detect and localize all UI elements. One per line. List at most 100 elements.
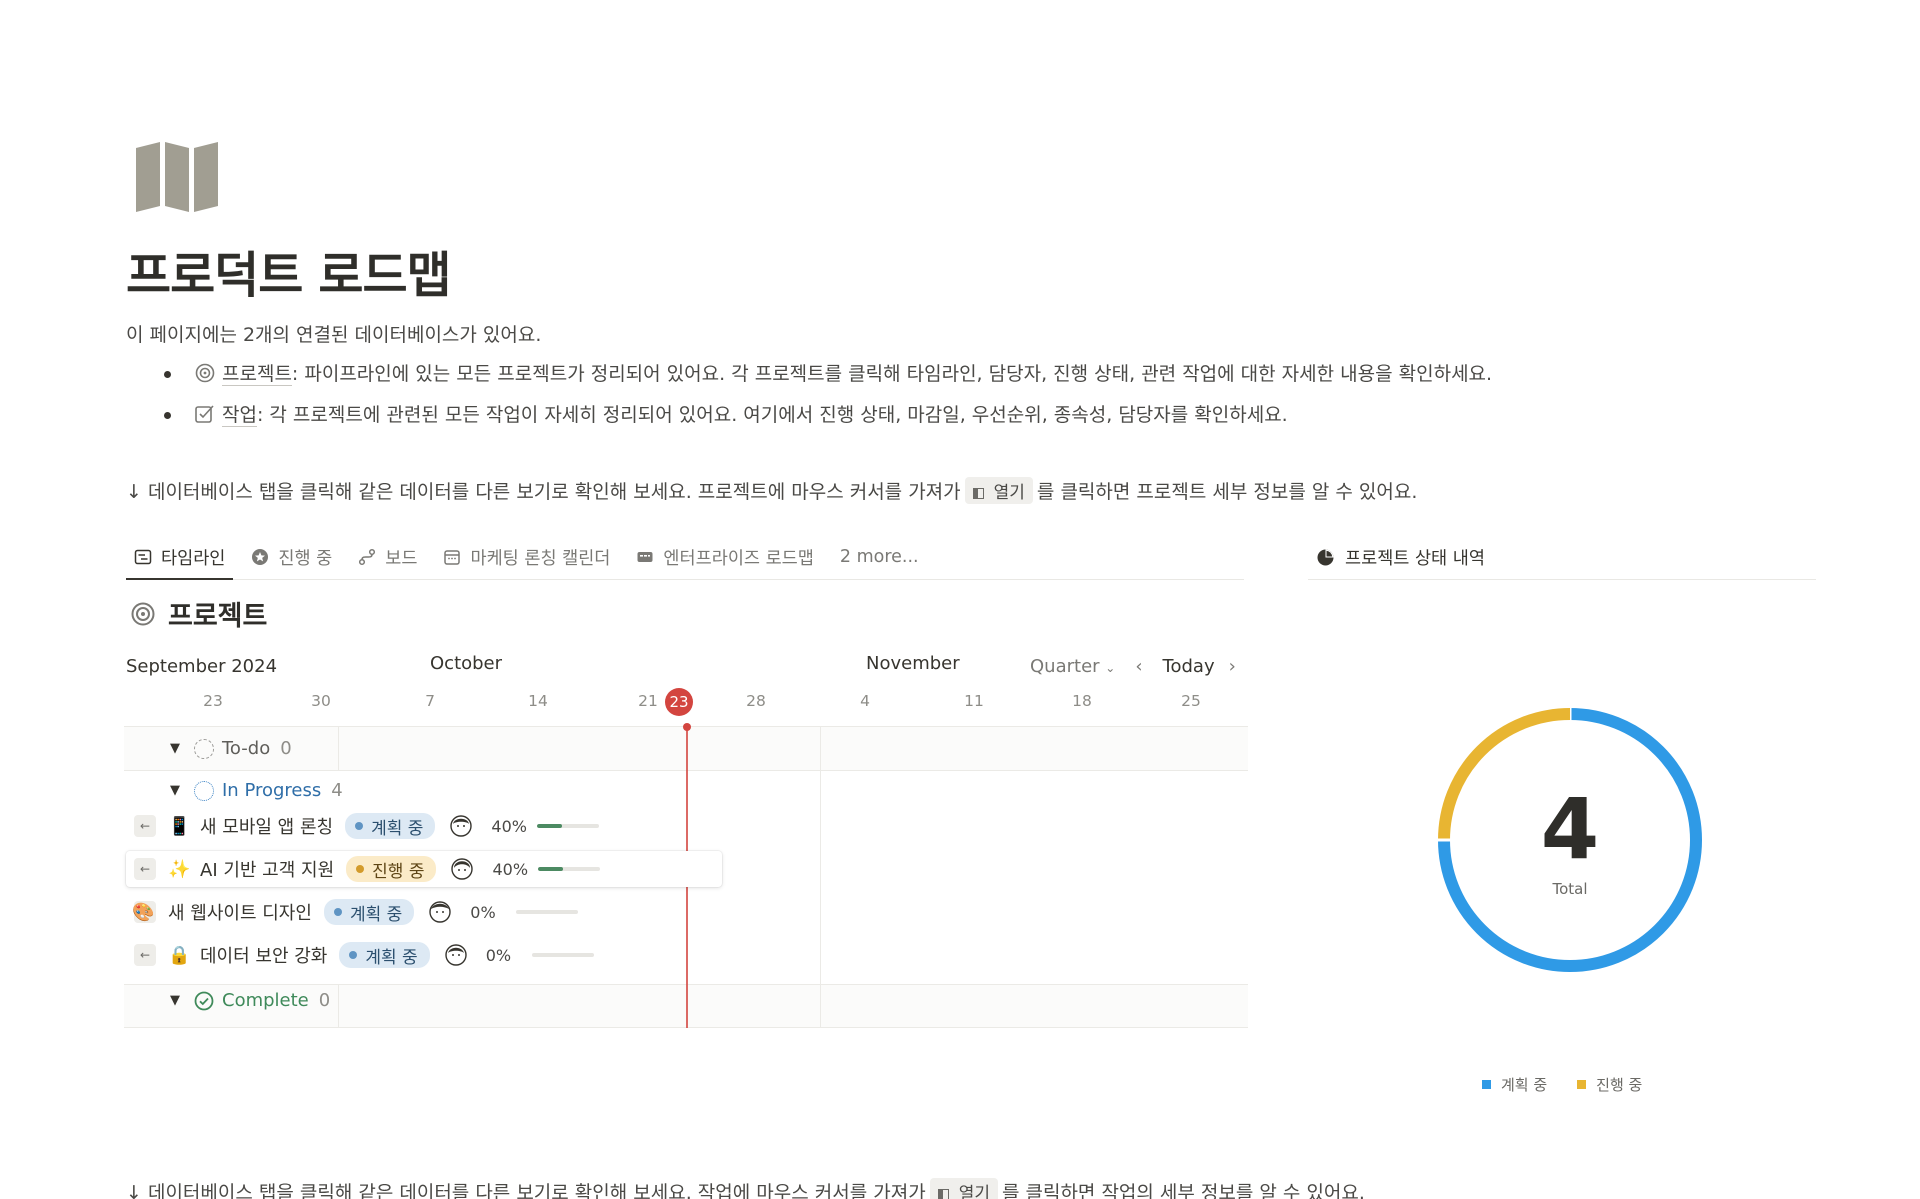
avatar — [450, 815, 473, 837]
day-tick: 30 — [311, 692, 331, 710]
status-dot — [333, 908, 342, 916]
caret-down-icon[interactable]: ▼ — [170, 993, 180, 1008]
page-title: 프로덕트 로드맵 — [126, 247, 452, 304]
day-tick: 28 — [746, 692, 766, 710]
status-badge: 계획 중 — [323, 899, 415, 925]
today-button[interactable]: Today — [1163, 656, 1215, 677]
expand-left-icon[interactable]: ← — [134, 944, 156, 966]
tab-board[interactable]: 보드 — [350, 536, 425, 578]
side-peek-icon — [937, 1189, 949, 1199]
hint-tasks: ↓ 데이터베이스 탭을 클릭해 같은 데이터를 다른 보기로 확인해 보세요. … — [126, 1178, 1365, 1199]
task-row[interactable]: ← 🎨 새 웹사이트 디자인 계획 중 0% — [96, 894, 593, 930]
legend-item[interactable]: 진행 중 — [1577, 1074, 1642, 1095]
day-tick: 4 — [860, 692, 870, 710]
tab-project-status[interactable]: 프로젝트 상태 내역 — [1308, 536, 1816, 580]
timeline-controls: Quarter ⌄ ‹ Today › — [1030, 656, 1236, 677]
group-name: To-do — [222, 738, 271, 759]
donut-total-label: Total — [1552, 880, 1588, 898]
board-icon — [359, 548, 376, 566]
legend-swatch — [1482, 1080, 1491, 1089]
grid-line — [338, 726, 339, 770]
tab-enterprise-roadmap[interactable]: 엔터프라이즈 로드맵 — [628, 536, 821, 578]
task-row[interactable]: ← 📱 새 모바일 앱 론칭 계획 중 40% — [126, 808, 614, 844]
open-label: 열기 — [958, 1184, 990, 1199]
group-complete[interactable]: ▼ Complete 0 — [170, 990, 330, 1011]
expand-left-icon[interactable]: ← — [134, 858, 156, 880]
task-row[interactable]: ← 🔒 데이터 보안 강화 계획 중 0% — [126, 937, 608, 973]
hint-text-end: 를 클릭하면 작업의 세부 정보를 알 수 있어요. — [1001, 1182, 1365, 1199]
side-peek-icon — [972, 488, 984, 499]
status-badge: 계획 중 — [345, 813, 436, 839]
map-icon — [136, 142, 218, 212]
tab-marketing-calendar[interactable]: 마케팅 론칭 캘린더 — [435, 536, 618, 578]
tab-label: 타임라인 — [161, 548, 226, 569]
caret-down-icon[interactable]: ▼ — [170, 783, 180, 798]
tab-label: 2 more... — [839, 547, 919, 567]
hint-projects: ↓ 데이터베이스 탭을 클릭해 같은 데이터를 다른 보기로 확인해 보세요. … — [126, 477, 1417, 504]
tab-label: 보드 — [385, 548, 418, 569]
list-item-tasks: 작업: 각 프로젝트에 관련된 모든 작업이 자세히 정리되어 있어요. 여기에… — [163, 402, 1492, 443]
progress-fill — [538, 867, 564, 871]
grid-line — [338, 984, 339, 1028]
progress-text: 0% — [470, 902, 496, 922]
hint-text: ↓ 데이터베이스 탭을 클릭해 같은 데이터를 다른 보기로 확인해 보세요. … — [126, 481, 961, 503]
progress-text: 40% — [491, 816, 527, 836]
open-button[interactable]: 열기 — [964, 477, 1033, 504]
day-tick: 14 — [528, 692, 548, 710]
view-scale-select[interactable]: Quarter ⌄ — [1030, 656, 1115, 677]
projects-description: : 파이프라인에 있는 모든 프로젝트가 정리되어 있어요. 각 프로젝트를 클… — [291, 363, 1493, 385]
donut-total: 4 — [1540, 780, 1600, 878]
open-button[interactable]: 열기 — [929, 1178, 998, 1199]
database-title[interactable]: 프로젝트 — [130, 594, 267, 633]
day-tick: 25 — [1181, 692, 1201, 710]
tab-label: 마케팅 론칭 캘린더 — [470, 548, 611, 569]
status-label: 진행 중 — [372, 861, 425, 882]
avatar — [451, 858, 474, 880]
task-icon: ✨ — [168, 858, 191, 880]
group-count: 0 — [318, 990, 331, 1011]
progress-bar — [538, 867, 601, 871]
chart-legend: 계획 중 진행 중 — [1482, 1074, 1672, 1095]
expand-left-icon[interactable]: ← — [134, 815, 156, 837]
task-name: AI 기반 고객 지원 — [200, 860, 335, 881]
legend-label: 계획 중 — [1501, 1076, 1548, 1094]
task-icon: 🎨 — [132, 901, 155, 923]
group-to-do[interactable]: ▼ To-do 0 — [170, 738, 292, 759]
group-name: Complete — [222, 990, 309, 1011]
status-dot — [356, 865, 365, 873]
status-badge: 계획 중 — [339, 942, 430, 968]
group-in-progress[interactable]: ▼ In Progress 4 — [170, 780, 343, 801]
checkbox-edit-icon — [195, 405, 214, 423]
task-name: 데이터 보안 강화 — [200, 946, 328, 967]
tab-in-progress[interactable]: 진행 중 — [243, 536, 340, 578]
prev-icon[interactable]: ‹ — [1135, 656, 1142, 677]
tab-timeline[interactable]: 타임라인 — [126, 536, 234, 580]
caret-down-icon[interactable]: ▼ — [170, 741, 180, 756]
tab-label: 진행 중 — [278, 548, 333, 569]
task-icon: 📱 — [168, 815, 191, 837]
task-row[interactable]: ← ✨ AI 기반 고객 지원 진행 중 40% — [126, 851, 722, 887]
tab-label: 엔터프라이즈 로드맵 — [663, 548, 814, 569]
tab-more[interactable]: 2 more... — [832, 536, 927, 578]
month-label: November — [866, 653, 960, 674]
hint-text: ↓ 데이터베이스 탭을 클릭해 같은 데이터를 다른 보기로 확인해 보세요. … — [126, 1182, 926, 1199]
group-name: In Progress — [222, 780, 322, 801]
task-name: 새 모바일 앱 론칭 — [200, 817, 334, 838]
group-count: 0 — [280, 738, 292, 759]
enterprise-icon — [637, 552, 653, 562]
todo-status-icon — [194, 738, 214, 759]
task-icon: 🔒 — [168, 944, 191, 966]
status-dot — [355, 822, 364, 830]
tasks-link[interactable]: 작업 — [222, 404, 257, 427]
projects-link[interactable]: 프로젝트 — [222, 363, 292, 386]
legend-swatch — [1577, 1080, 1587, 1089]
progress-fill — [537, 824, 563, 828]
hint-text-end: 를 클릭하면 프로젝트 세부 정보를 알 수 있어요. — [1036, 481, 1418, 503]
next-icon[interactable]: › — [1229, 656, 1236, 677]
tasks-description: : 각 프로젝트에 관련된 모든 작업이 자세히 정리되어 있어요. 여기에서 … — [256, 404, 1288, 426]
progress-text: 40% — [492, 859, 529, 879]
page-intro: 이 페이지에는 2개의 연결된 데이터베이스가 있어요. — [126, 324, 542, 346]
today-marker: 23 — [665, 688, 693, 716]
legend-item[interactable]: 계획 중 — [1482, 1074, 1547, 1095]
database-list: 프로젝트: 파이프라인에 있는 모든 프로젝트가 정리되어 있어요. 각 프로젝… — [163, 361, 1493, 443]
